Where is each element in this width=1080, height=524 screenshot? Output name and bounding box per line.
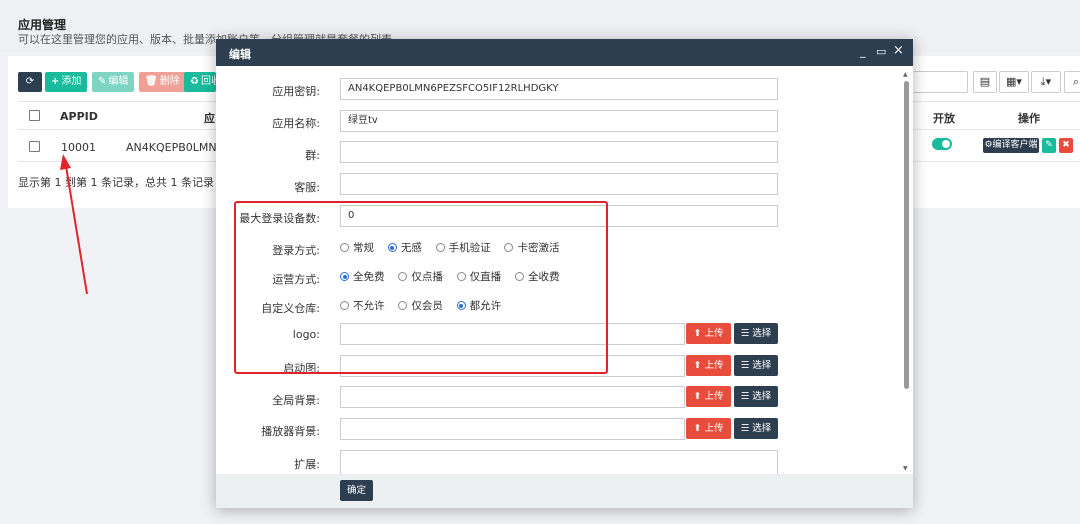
submit-button[interactable]: 确定 — [340, 480, 373, 501]
select-label: 选择 — [752, 360, 772, 371]
upload-icon: ⬆ — [693, 328, 702, 339]
extend-label: 扩展: — [294, 458, 320, 471]
splash-select-button[interactable]: ☰ 选择 — [734, 355, 778, 376]
upload-icon: ⬆ — [693, 423, 702, 434]
player-bg-label: 播放器背景: — [261, 425, 320, 438]
app-name-label: 应用名称: — [272, 117, 320, 130]
upload-label: 上传 — [704, 391, 724, 402]
list-icon: ☰ — [740, 423, 750, 434]
group-field[interactable] — [340, 141, 778, 163]
player-bg-select-button[interactable]: ☰ 选择 — [734, 418, 778, 439]
upload-icon: ⬆ — [693, 360, 702, 371]
select-label: 选择 — [752, 423, 772, 434]
player-bg-field[interactable] — [340, 418, 685, 440]
upload-label: 上传 — [704, 360, 724, 371]
app-key-field[interactable]: AN4KQEPB0LMN6PEZSFCO5IF12RLHDGKY — [340, 78, 778, 100]
select-label: 选择 — [752, 328, 772, 339]
scrollbar-thumb[interactable] — [904, 81, 909, 389]
global-bg-field[interactable] — [340, 386, 685, 408]
global-bg-select-button[interactable]: ☰ 选择 — [734, 386, 778, 407]
logo-select-button[interactable]: ☰ 选择 — [734, 323, 778, 344]
minimize-icon[interactable]: _ — [860, 45, 866, 58]
scroll-down-icon[interactable]: ▼ — [903, 465, 908, 472]
group-label: 群: — [305, 149, 320, 162]
extend-textarea[interactable] — [340, 450, 778, 474]
upload-icon: ⬆ — [693, 391, 702, 402]
upload-label: 上传 — [704, 423, 724, 434]
upload-label: 上传 — [704, 328, 724, 339]
player-bg-upload-button[interactable]: ⬆ 上传 — [686, 418, 731, 439]
select-label: 选择 — [752, 391, 772, 402]
app-key-label: 应用密钥: — [272, 85, 320, 98]
list-icon: ☰ — [740, 360, 750, 371]
service-field[interactable] — [340, 173, 778, 195]
dialog-scrollbar[interactable]: ▲ ▼ — [902, 69, 910, 474]
dialog-title: 编辑 — [229, 48, 251, 61]
list-icon: ☰ — [740, 391, 750, 402]
logo-upload-button[interactable]: ⬆ 上传 — [686, 323, 731, 344]
global-bg-label: 全局背景: — [272, 394, 320, 407]
service-label: 客服: — [294, 181, 320, 194]
global-bg-upload-button[interactable]: ⬆ 上传 — [686, 386, 731, 407]
app-name-field[interactable]: 绿豆tv — [340, 110, 778, 132]
dialog-footer: 确定 — [216, 474, 913, 508]
scroll-up-icon[interactable]: ▲ — [903, 71, 908, 78]
list-icon: ☰ — [740, 328, 750, 339]
annotation-highlight-box — [234, 201, 608, 374]
splash-upload-button[interactable]: ⬆ 上传 — [686, 355, 731, 376]
dialog-header: 编辑 _ ▭ × — [216, 39, 913, 66]
close-icon[interactable]: × — [893, 43, 904, 58]
maximize-icon[interactable]: ▭ — [876, 45, 886, 58]
